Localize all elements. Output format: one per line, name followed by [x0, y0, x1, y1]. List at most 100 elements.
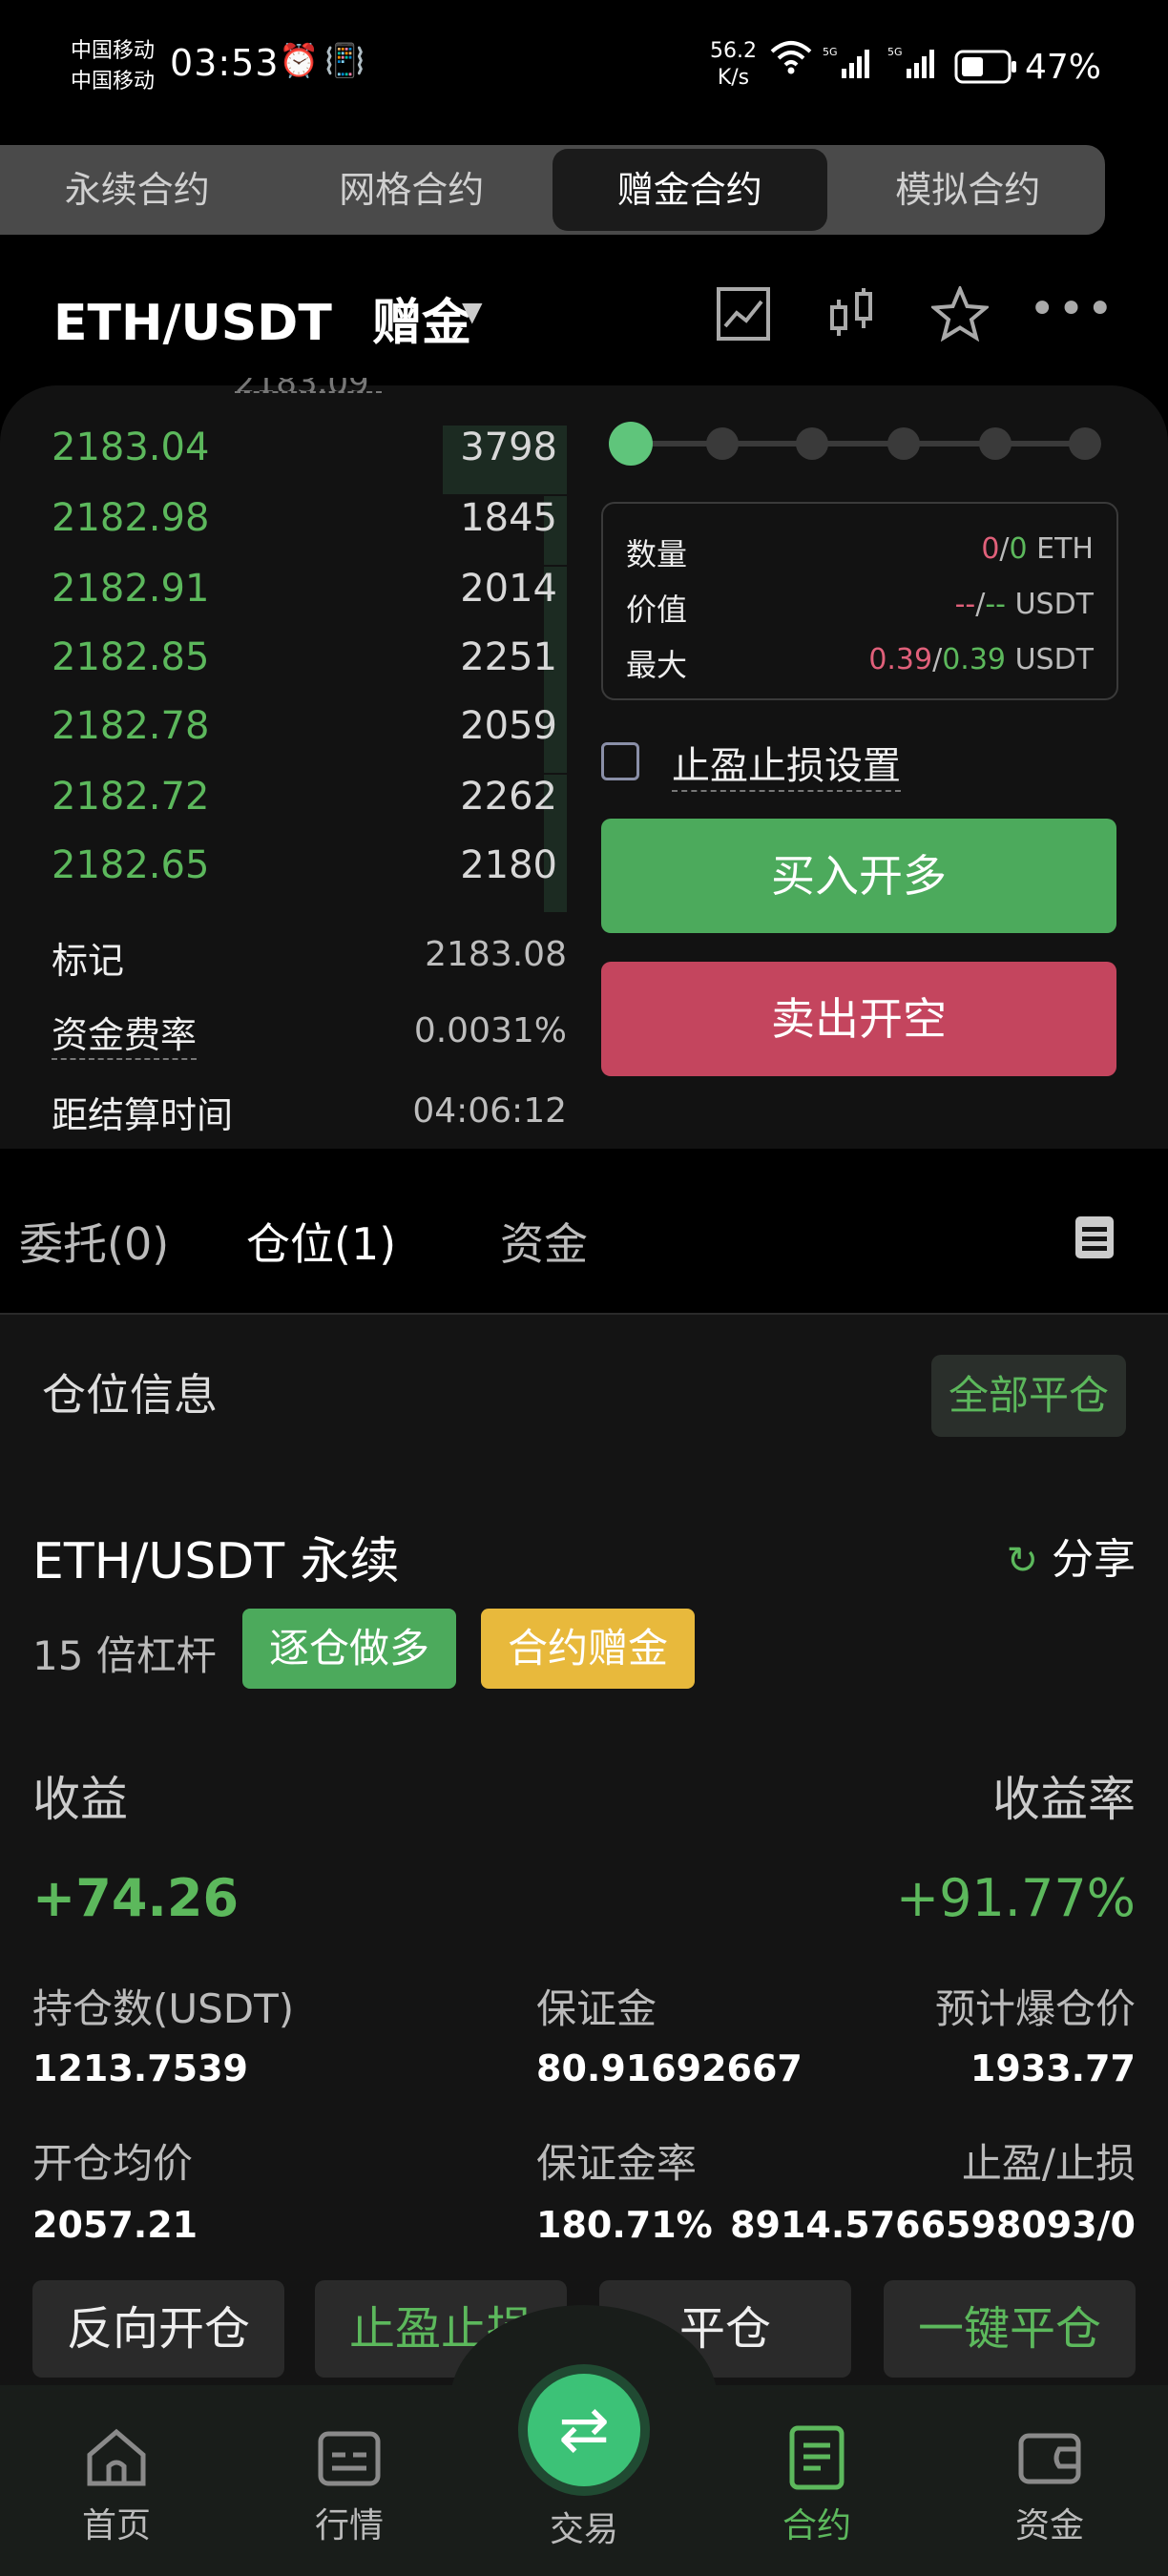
- more-icon[interactable]: •••: [1029, 282, 1116, 336]
- tab-grid[interactable]: 网格合约: [275, 145, 550, 235]
- avg-price-label: 开仓均价: [32, 2140, 194, 2187]
- orderbook-price: 2182.85: [52, 635, 210, 679]
- share-button[interactable]: ↻ 分享: [1006, 1525, 1136, 1586]
- margin-rate-label: 保证金率: [536, 2140, 698, 2187]
- tab-assets[interactable]: 资金: [500, 1210, 588, 1273]
- close-all-button[interactable]: 全部平仓: [931, 1355, 1126, 1437]
- tab-bonus[interactable]: 赠金合约: [553, 149, 827, 231]
- orderbook-row[interactable]: 2183.04 3798: [52, 426, 567, 494]
- network-speed: 56.2 K/s: [710, 38, 757, 92]
- alarm-icon: ⏰: [279, 42, 320, 80]
- liq-price-value: 1933.77: [970, 2047, 1136, 2089]
- isolated-long-tag: 逐仓做多: [242, 1609, 456, 1689]
- slider-step[interactable]: [706, 427, 739, 460]
- amount-slider[interactable]: [630, 441, 1088, 447]
- contract-icon: [740, 2410, 893, 2498]
- signal-1-icon: 5G: [823, 46, 874, 84]
- funding-rate-label[interactable]: 资金费率: [52, 1006, 198, 1060]
- slider-step[interactable]: [796, 427, 828, 460]
- hold-value: 1213.7539: [32, 2047, 248, 2089]
- orderbook-qty: 2014: [460, 567, 557, 611]
- pnl-value: +74.26: [32, 1868, 240, 1928]
- orderbook-row[interactable]: 2182.85 2251: [52, 635, 567, 704]
- funding-rate-value: 0.0031%: [413, 1011, 567, 1050]
- position-info-title: 仓位信息: [42, 1369, 218, 1421]
- orderbook-price: 2183.04: [52, 426, 210, 469]
- orderbook-row[interactable]: 2182.72 2262: [52, 775, 567, 843]
- carrier-labels: 中国移动 中国移动: [71, 36, 155, 97]
- wallet-icon: [973, 2410, 1126, 2498]
- carrier-1: 中国移动: [71, 39, 156, 63]
- avg-price-value: 2057.21: [32, 2204, 198, 2246]
- leverage-label: 15 倍杠杆: [32, 1632, 217, 1679]
- mark-price-value: 2183.08: [425, 935, 567, 974]
- orderbook-price: 2182.78: [52, 704, 210, 748]
- pair-selector[interactable]: ETH/USDT 赠金: [53, 282, 471, 354]
- liq-price-label: 预计爆仓价: [934, 1985, 1136, 2032]
- chart-icon[interactable]: [716, 286, 771, 354]
- qty-value: 0/0 ETH: [981, 532, 1094, 566]
- nav-home[interactable]: 首页: [40, 2410, 193, 2547]
- star-icon[interactable]: [928, 283, 991, 354]
- hold-label: 持仓数(USDT): [32, 1985, 295, 2032]
- orderbook-row[interactable]: 2182.78 2059: [52, 704, 567, 773]
- value-value: --/-- USDT: [954, 588, 1094, 621]
- document-icon[interactable]: [1074, 1215, 1115, 1263]
- tpsl-label: 止盈/止损: [961, 2140, 1136, 2187]
- last-price-partial: 2183.09: [235, 378, 382, 393]
- order-summary: 数量 0/0 ETH 价值 --/-- USDT 最大 0.39/0.39 US…: [601, 502, 1118, 700]
- nav-label: 资金: [1014, 2506, 1084, 2545]
- home-icon: [40, 2410, 193, 2498]
- tab-perpetual[interactable]: 永续合约: [0, 145, 275, 235]
- candlestick-icon[interactable]: [828, 286, 876, 354]
- battery-icon: [954, 50, 1017, 88]
- tpsl-setting-label[interactable]: 止盈止损设置: [672, 735, 901, 792]
- tpsl-value: 8914.5766598093/0: [730, 2204, 1136, 2246]
- settlement-time-value: 04:06:12: [412, 1091, 567, 1131]
- nav-label: 首页: [81, 2506, 151, 2545]
- tab-positions[interactable]: 仓位(1): [246, 1210, 396, 1273]
- contract-type-tabs: 永续合约 网格合约 赠金合约 模拟合约: [0, 145, 1105, 235]
- max-label: 最大: [626, 647, 688, 683]
- pnl-rate-label: 收益率: [992, 1772, 1136, 1827]
- orderbook-price: 2182.65: [52, 843, 210, 887]
- speed-unit: K/s: [717, 66, 750, 90]
- clock: 03:53: [170, 42, 280, 84]
- buy-long-button[interactable]: 买入开多: [601, 819, 1116, 933]
- orderbook-price: 2182.98: [52, 496, 210, 540]
- nav-assets[interactable]: 资金: [973, 2410, 1126, 2547]
- orderbook-qty: 2059: [460, 704, 557, 748]
- tpsl-checkbox[interactable]: [601, 742, 639, 780]
- orderbook-price: 2182.91: [52, 567, 210, 611]
- tab-simulated[interactable]: 模拟合约: [831, 145, 1106, 235]
- max-value: 0.39/0.39 USDT: [868, 643, 1094, 676]
- slider-step[interactable]: [1069, 427, 1101, 460]
- pair-symbol: ETH/USDT: [53, 295, 332, 352]
- swap-icon[interactable]: ⇄: [528, 2374, 640, 2486]
- orderbook-row[interactable]: 2182.91 2014: [52, 567, 567, 635]
- mark-price-label: 标记: [52, 940, 125, 982]
- svg-text:5G: 5G: [887, 46, 903, 58]
- tab-orders[interactable]: 委托(0): [19, 1210, 169, 1273]
- orderbook-row[interactable]: 2182.65 2180: [52, 843, 567, 912]
- carrier-2: 中国移动: [71, 70, 156, 93]
- orderbook-price: 2182.72: [52, 775, 210, 819]
- reverse-open-button[interactable]: 反向开仓: [32, 2280, 284, 2378]
- nav-trade-label[interactable]: 交易: [508, 2502, 660, 2551]
- one-click-close-button[interactable]: 一键平仓: [884, 2280, 1136, 2378]
- position-title: ETH/USDT 永续: [32, 1533, 400, 1590]
- share-label: 分享: [1052, 1535, 1136, 1584]
- margin-value: 80.91692667: [536, 2047, 803, 2089]
- margin-rate-value: 180.71%: [536, 2204, 713, 2246]
- caret-down-icon[interactable]: ▼: [462, 296, 483, 327]
- slider-step[interactable]: [887, 427, 920, 460]
- nav-label: 行情: [314, 2506, 384, 2545]
- settlement-time-label: 距结算时间: [52, 1094, 234, 1136]
- nav-contract[interactable]: 合约: [740, 2410, 893, 2547]
- slider-step[interactable]: [979, 427, 1012, 460]
- nav-market[interactable]: 行情: [273, 2410, 426, 2547]
- slider-knob[interactable]: [609, 422, 653, 466]
- vibrate-icon: 📳: [324, 42, 365, 80]
- orderbook-row[interactable]: 2182.98 1845: [52, 496, 567, 565]
- sell-short-button[interactable]: 卖出开空: [601, 962, 1116, 1076]
